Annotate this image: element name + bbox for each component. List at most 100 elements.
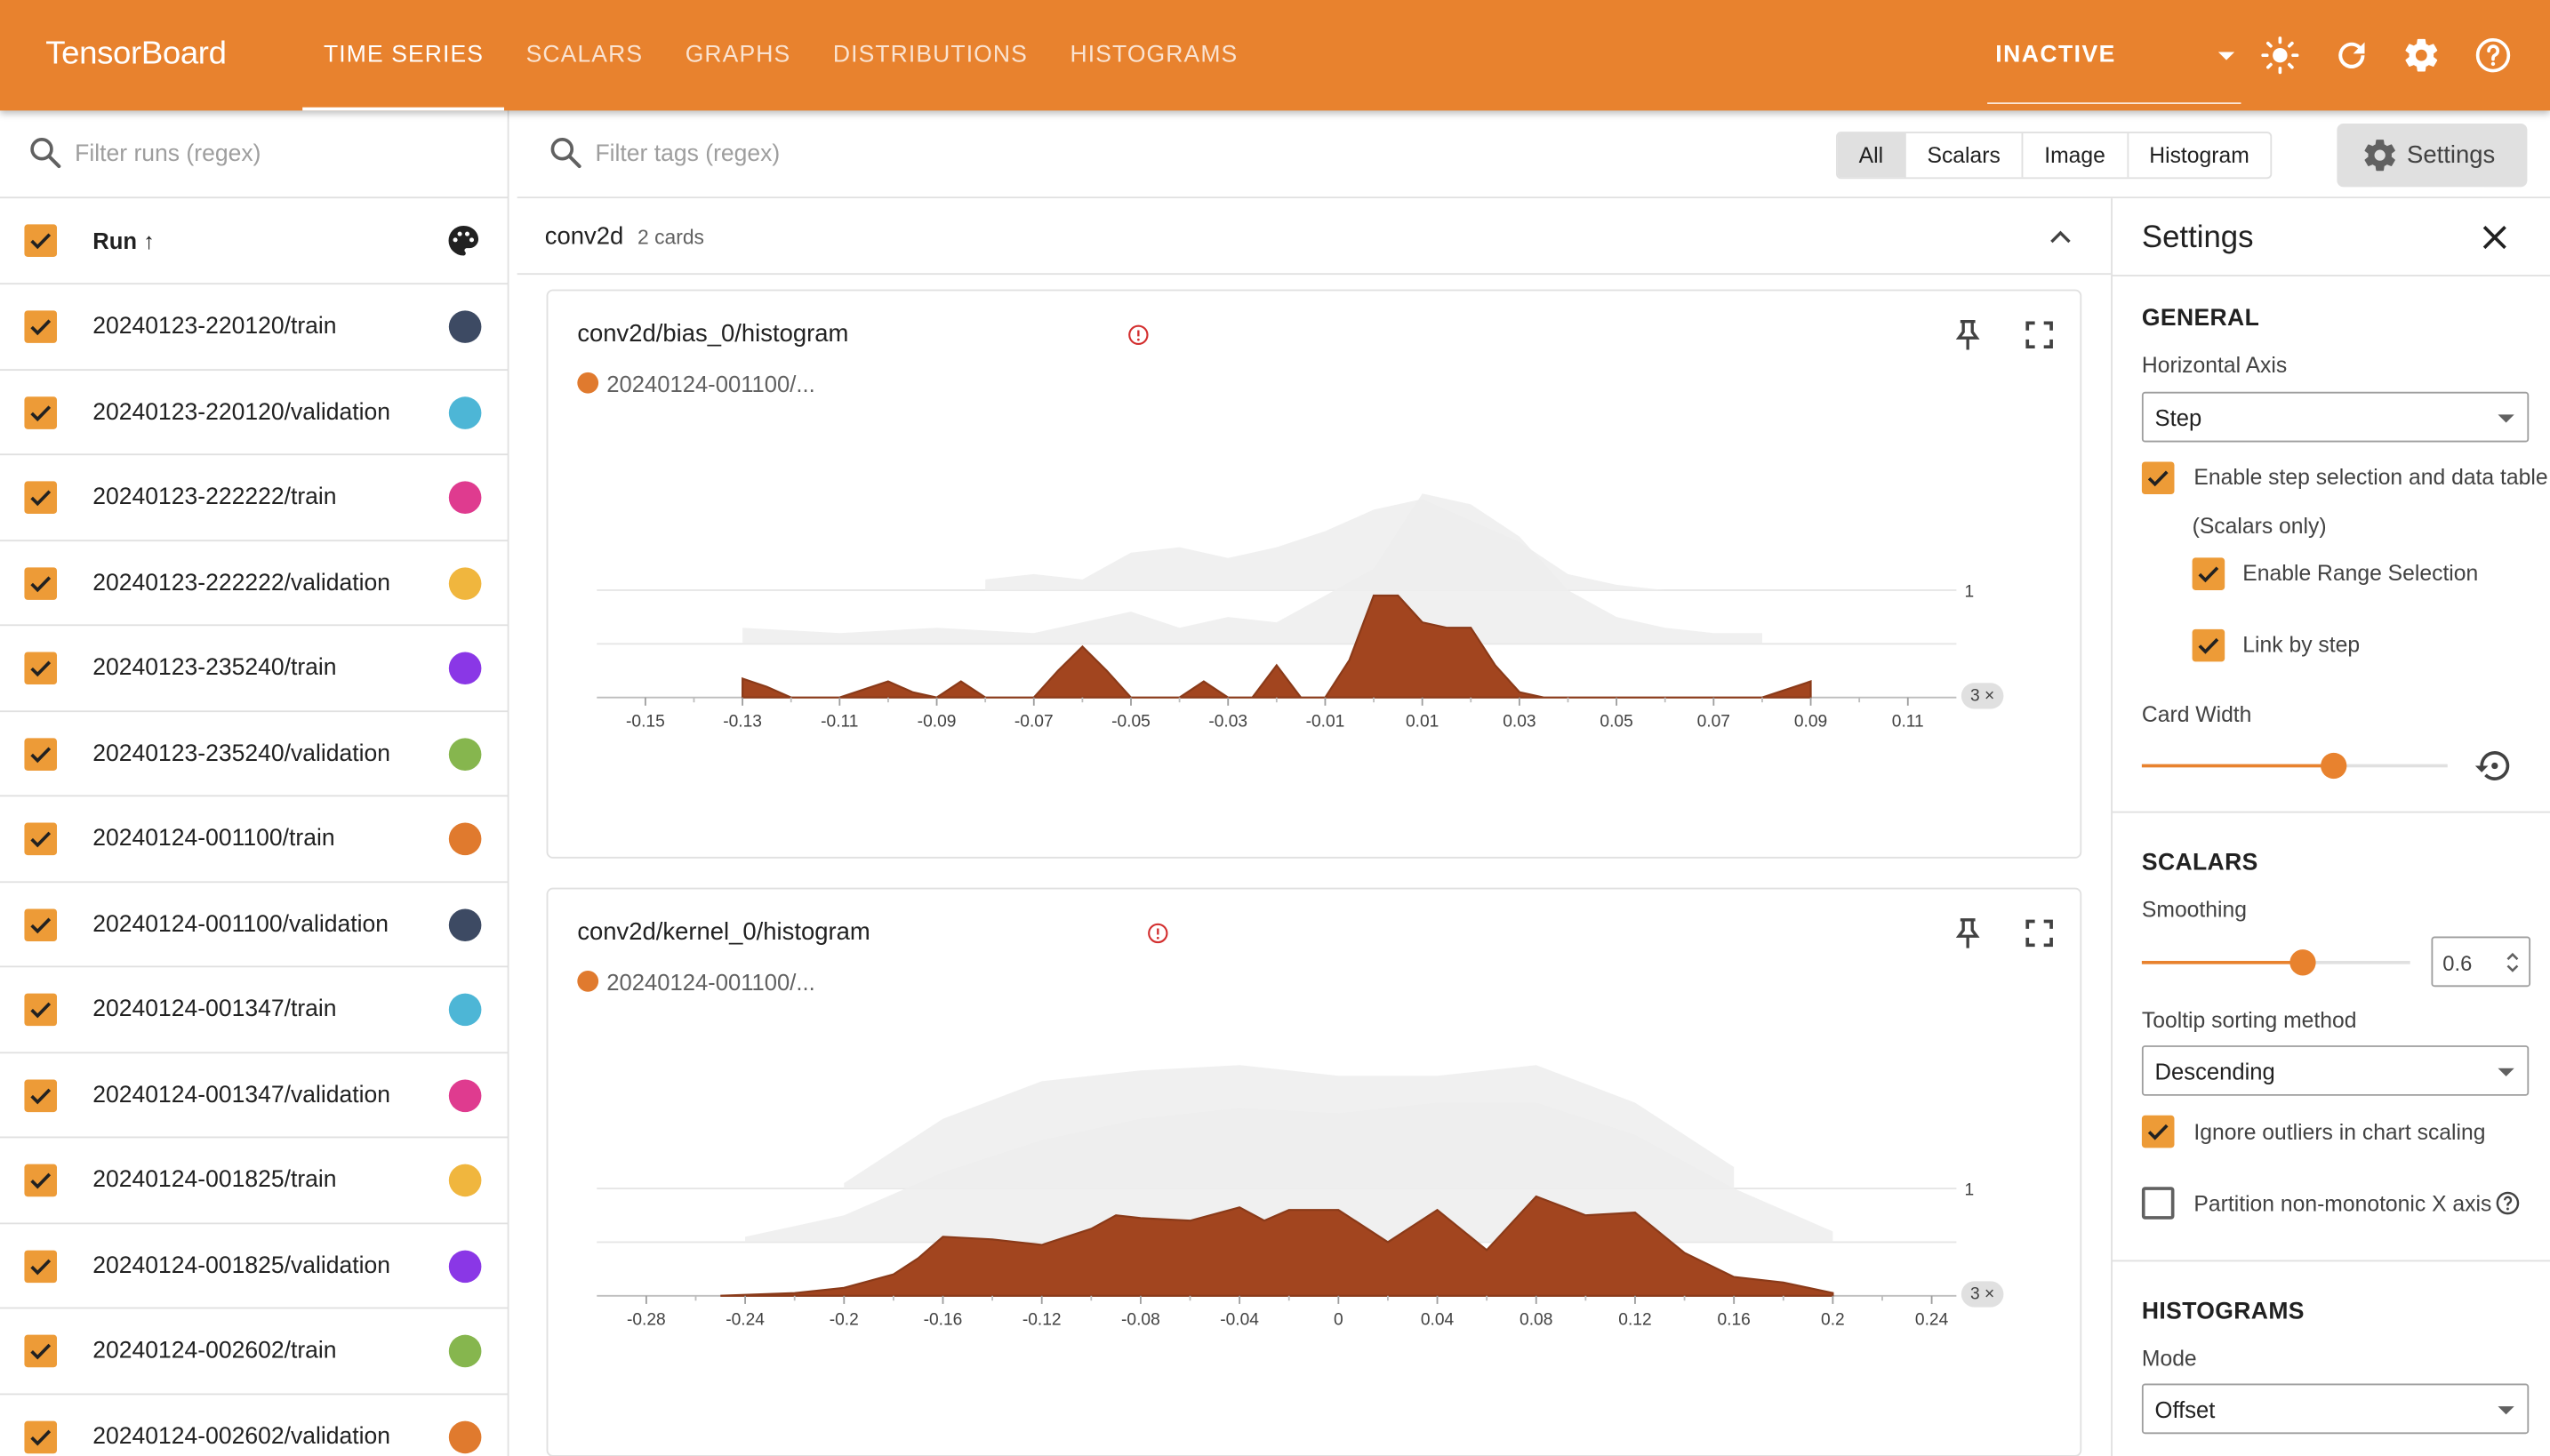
fullscreen-icon[interactable]	[2022, 317, 2057, 353]
theme-toggle-icon[interactable]	[2260, 36, 2299, 75]
check-icon	[30, 1172, 52, 1189]
run-color-swatch[interactable]	[448, 396, 482, 428]
run-color-swatch[interactable]	[448, 993, 482, 1027]
run-color-swatch[interactable]	[448, 822, 482, 856]
run-checkbox[interactable]	[24, 1334, 58, 1368]
reset-icon[interactable]	[2474, 747, 2513, 786]
check-icon	[30, 319, 52, 336]
dashboard-selector[interactable]: INACTIVE	[1987, 23, 2241, 105]
check-icon	[30, 233, 52, 250]
run-checkbox[interactable]	[24, 1164, 58, 1197]
info-alert-icon[interactable]	[1127, 324, 1151, 347]
run-checkbox[interactable]	[24, 1249, 58, 1283]
run-row[interactable]: 20240123-222222/validation	[0, 540, 509, 627]
help-icon[interactable]	[2474, 36, 2513, 75]
tab-time-series[interactable]: TIME SERIES	[302, 0, 506, 111]
run-checkbox[interactable]	[24, 737, 58, 771]
close-icon[interactable]	[2477, 220, 2513, 255]
run-checkbox[interactable]	[24, 481, 58, 514]
run-color-swatch[interactable]	[448, 652, 482, 685]
tab-graphs[interactable]: GRAPHS	[664, 0, 812, 110]
run-color-swatch[interactable]	[448, 310, 482, 343]
run-color-swatch[interactable]	[448, 1334, 482, 1368]
run-row[interactable]: 20240124-002602/validation	[0, 1394, 509, 1456]
filter-scalars-button[interactable]: Scalars	[1906, 132, 2024, 178]
run-checkbox[interactable]	[24, 822, 58, 856]
pin-icon[interactable]	[1950, 916, 1985, 951]
run-color-swatch[interactable]	[448, 737, 482, 771]
step-selection-checkbox[interactable]	[2141, 461, 2175, 495]
run-checkbox[interactable]	[24, 652, 58, 685]
tooltip-sort-value: Descending	[2154, 1058, 2275, 1084]
run-row[interactable]: 20240123-220120/train	[0, 284, 509, 371]
ignore-outliers-checkbox[interactable]	[2141, 1115, 2175, 1148]
link-by-step-checkbox[interactable]	[2192, 628, 2225, 662]
filter-all-button[interactable]: All	[1837, 132, 1906, 178]
run-checkbox[interactable]	[24, 310, 58, 343]
histogram-mode-select[interactable]: Offset	[2141, 1383, 2530, 1435]
run-checkbox[interactable]	[24, 396, 58, 428]
tooltip-sort-select[interactable]: Descending	[2141, 1045, 2530, 1096]
filter-histogram-button[interactable]: Histogram	[2128, 133, 2270, 177]
run-color-swatch[interactable]	[448, 1164, 482, 1197]
settings-button[interactable]: Settings	[2337, 124, 2528, 188]
run-row[interactable]: 20240124-001825/validation	[0, 1223, 509, 1309]
select-all-checkbox[interactable]	[24, 224, 58, 257]
tab-scalars[interactable]: SCALARS	[505, 0, 664, 110]
check-icon	[2147, 470, 2169, 487]
run-row[interactable]: 20240123-220120/validation	[0, 370, 509, 456]
run-row[interactable]: 20240124-001825/train	[0, 1138, 509, 1224]
run-color-swatch[interactable]	[448, 481, 482, 514]
pin-icon[interactable]	[1950, 317, 1985, 353]
partition-x-axis-checkbox[interactable]	[2141, 1187, 2175, 1220]
run-color-swatch[interactable]	[448, 1420, 482, 1453]
run-checkbox[interactable]	[24, 1420, 58, 1453]
horizontal-axis-select[interactable]: Step	[2141, 391, 2530, 443]
run-checkbox[interactable]	[24, 993, 58, 1027]
histogram-mode-value: Offset	[2154, 1396, 2216, 1423]
run-row[interactable]: 20240124-001100/validation	[0, 882, 509, 968]
palette-icon[interactable]	[445, 223, 481, 259]
card-group-header[interactable]: conv2d 2 cards	[517, 198, 2112, 276]
run-color-swatch[interactable]	[448, 1078, 482, 1112]
run-row[interactable]: 20240123-235240/train	[0, 626, 509, 712]
filter-image-button[interactable]: Image	[2023, 132, 2129, 178]
run-color-swatch[interactable]	[448, 908, 482, 941]
smoothing-slider-thumb[interactable]	[2289, 949, 2316, 976]
refresh-icon[interactable]	[2332, 36, 2371, 75]
chevron-up-icon[interactable]	[2042, 220, 2078, 255]
run-checkbox[interactable]	[24, 908, 58, 941]
run-row[interactable]: 20240123-222222/train	[0, 455, 509, 541]
run-color-swatch[interactable]	[448, 566, 482, 600]
run-row[interactable]: 20240124-001100/train	[0, 796, 509, 883]
smoothing-slider[interactable]	[2141, 949, 2410, 976]
x-tick-label: 0.03	[1503, 713, 1536, 732]
smoothing-input[interactable]: 0.6	[2431, 936, 2531, 988]
range-selection-checkbox[interactable]	[2192, 557, 2225, 590]
fullscreen-icon[interactable]	[2022, 916, 2057, 951]
settings-scalars-section: SCALARS Smoothing 0.6 Tooltip sorting me…	[2112, 811, 2550, 1260]
run-row[interactable]: 20240123-235240/validation	[0, 711, 509, 797]
run-color-swatch[interactable]	[448, 1249, 482, 1283]
run-row[interactable]: 20240124-002602/train	[0, 1308, 509, 1395]
tag-filter-input[interactable]	[595, 136, 1084, 172]
run-checkbox[interactable]	[24, 1078, 58, 1112]
chart-step-badge[interactable]: 3 ×	[1961, 683, 2004, 709]
run-row[interactable]: 20240124-001347/validation	[0, 1052, 509, 1139]
help-icon[interactable]	[2495, 1190, 2521, 1216]
tab-distributions[interactable]: DISTRIBUTIONS	[812, 0, 1049, 110]
tab-histograms[interactable]: HISTOGRAMS	[1049, 0, 1259, 110]
chart-step-badge[interactable]: 3 ×	[1961, 1281, 2004, 1308]
smoothing-value: 0.6	[2442, 951, 2473, 976]
gear-icon[interactable]	[2402, 36, 2442, 75]
x-tick-label: 0.01	[1406, 713, 1439, 732]
run-column-header[interactable]: Run ↑	[92, 228, 155, 253]
info-alert-icon[interactable]	[1147, 922, 1170, 945]
stepper-icon[interactable]	[2505, 949, 2521, 975]
run-checkbox[interactable]	[24, 566, 58, 600]
card-width-slider[interactable]	[2141, 752, 2448, 780]
card-width-slider-thumb[interactable]	[2321, 752, 2348, 780]
run-row[interactable]: 20240124-001347/train	[0, 967, 509, 1053]
runs-filter-input[interactable]	[75, 136, 482, 172]
check-icon	[30, 404, 52, 421]
